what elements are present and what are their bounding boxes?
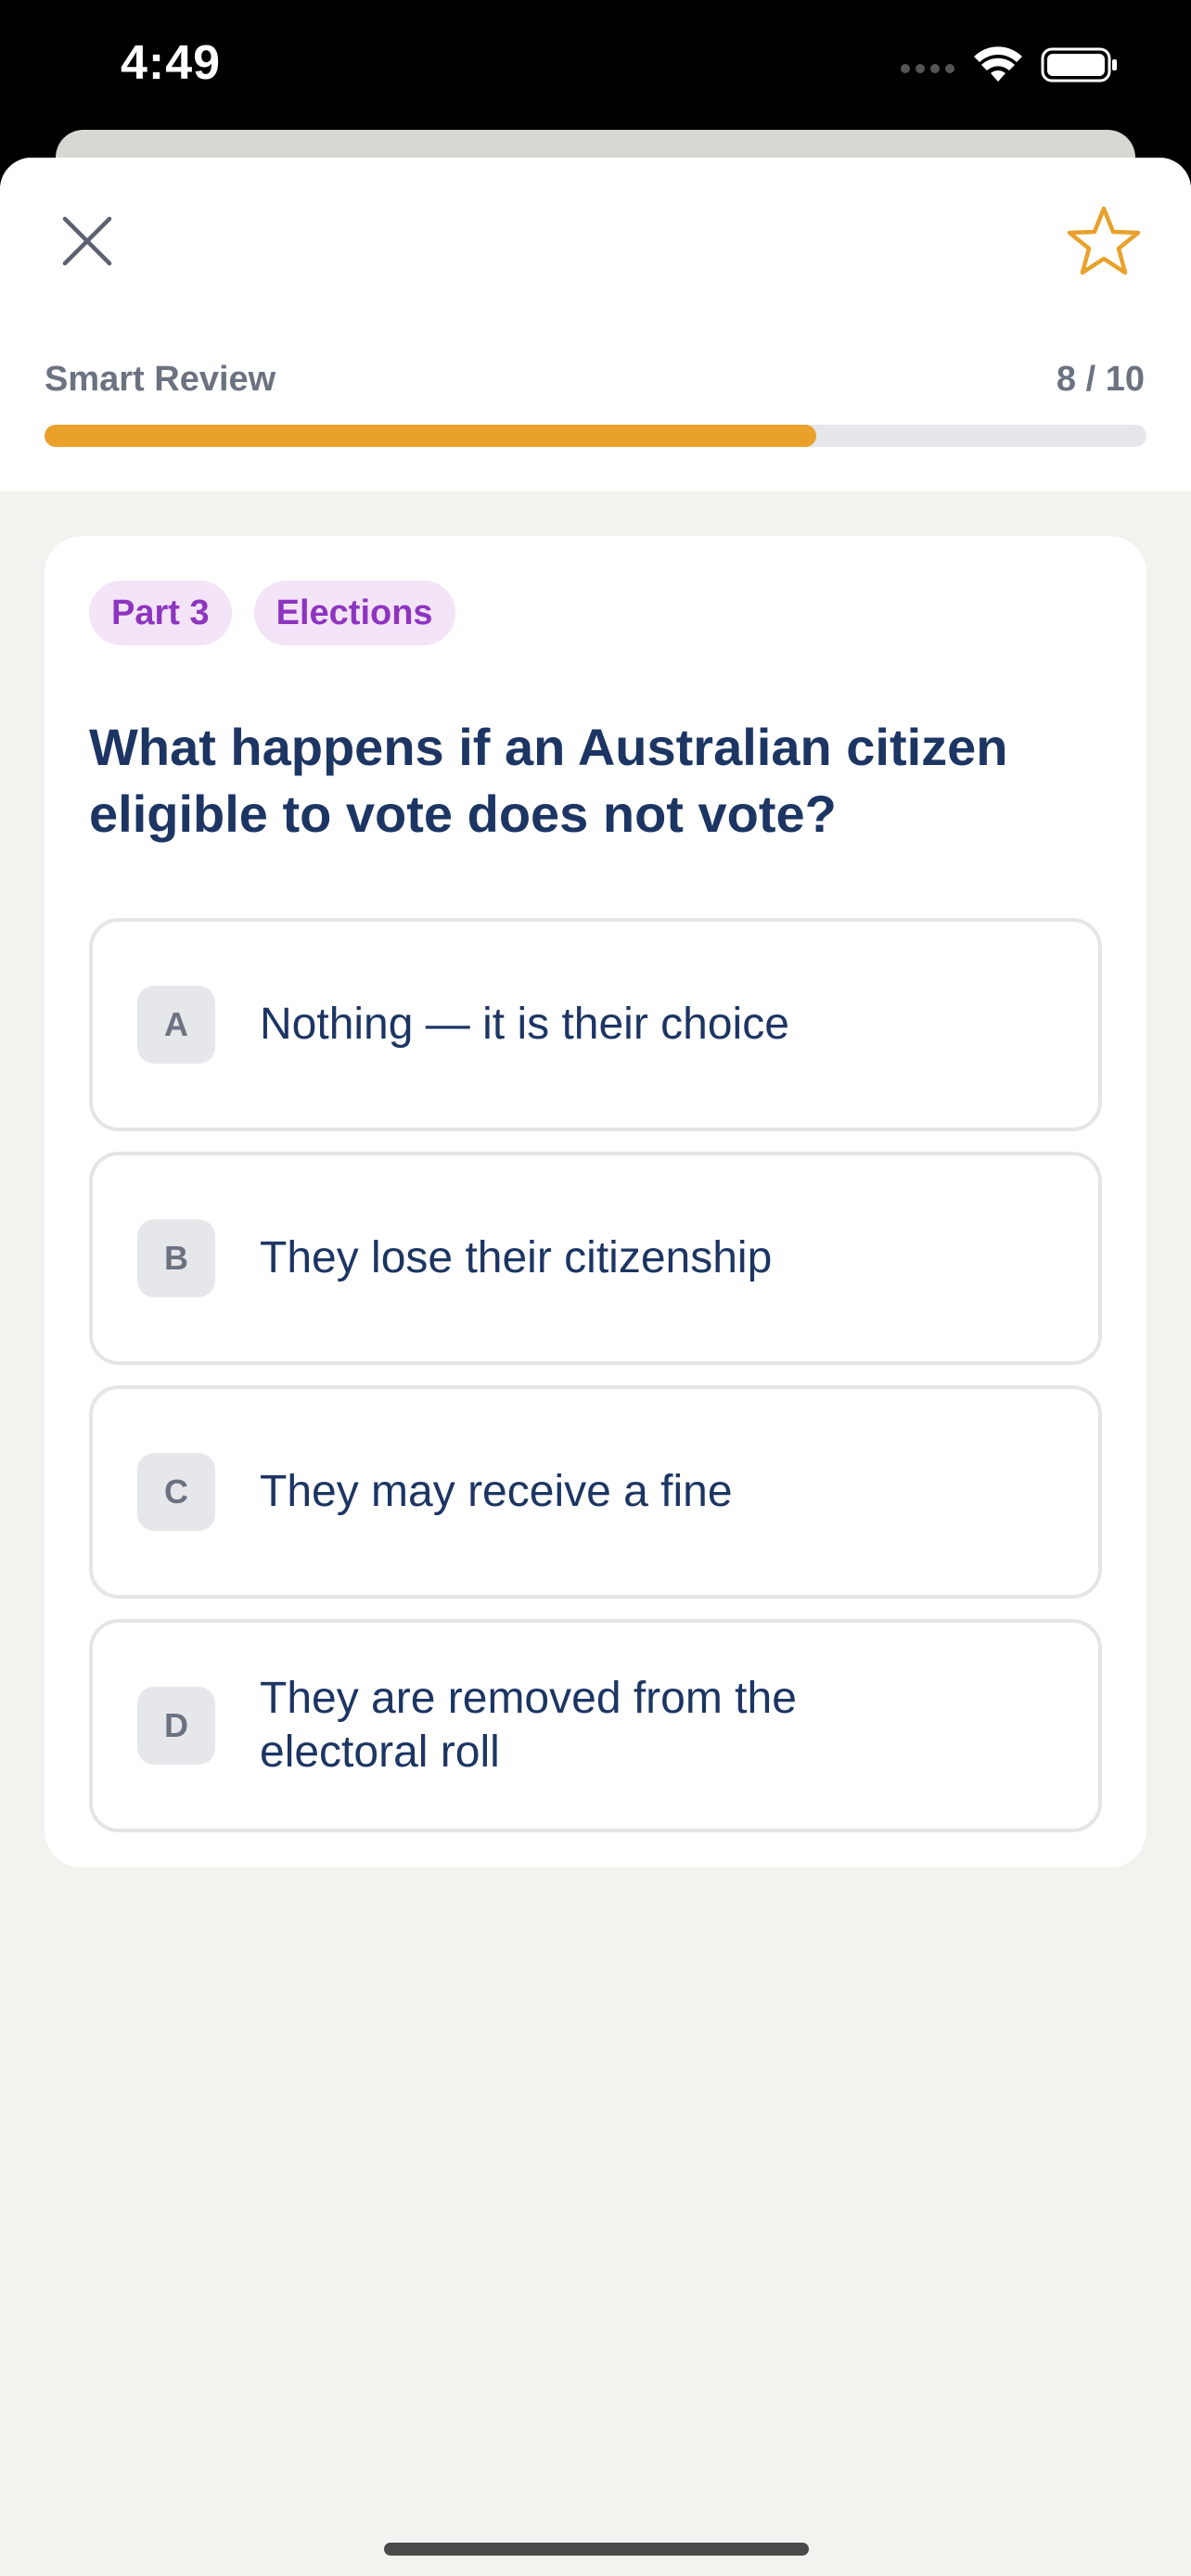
star-outline-icon bbox=[1067, 205, 1141, 282]
option-letter-badge: A bbox=[137, 986, 215, 1064]
question-text: What happens if an Australian citizen el… bbox=[89, 718, 1008, 843]
answer-options: A Nothing — it is their choice B They lo… bbox=[89, 918, 1102, 1853]
option-letter-badge: B bbox=[137, 1219, 215, 1297]
tag-topic: Elections bbox=[253, 580, 455, 645]
battery-icon bbox=[1041, 46, 1119, 88]
answer-option-b[interactable]: B They lose their citizenship bbox=[89, 1152, 1102, 1365]
progress-bar bbox=[45, 425, 1146, 447]
status-time: 4:49 bbox=[121, 36, 222, 90]
answer-option-a[interactable]: A Nothing — it is their choice bbox=[89, 918, 1102, 1131]
quiz-header: Smart Review 8 / 10 bbox=[0, 158, 1191, 491]
option-text: They are removed from the electoral roll bbox=[260, 1674, 797, 1777]
close-button[interactable] bbox=[50, 206, 124, 280]
wifi-icon bbox=[974, 46, 1022, 88]
option-letter-badge: C bbox=[137, 1453, 215, 1531]
cellular-signal-icon bbox=[900, 56, 955, 79]
option-text: Nothing — it is their choice bbox=[260, 1000, 789, 1049]
progress-label: Smart Review bbox=[45, 360, 276, 399]
answer-option-d[interactable]: D They are removed from the electoral ro… bbox=[89, 1619, 1102, 1832]
favorite-button[interactable] bbox=[1063, 202, 1145, 284]
status-bar: 4:49 bbox=[0, 0, 1191, 139]
close-icon bbox=[59, 213, 115, 274]
option-text: They may receive a fine bbox=[260, 1467, 733, 1516]
quiz-sheet: Smart Review 8 / 10 Part 3 Elections Wha… bbox=[0, 158, 1191, 2576]
status-icons bbox=[900, 46, 1119, 88]
option-letter-badge: D bbox=[137, 1687, 215, 1765]
progress-count: 8 / 10 bbox=[1056, 360, 1145, 399]
tag-list: Part 3 Elections bbox=[89, 580, 455, 645]
home-indicator bbox=[384, 2543, 809, 2556]
tag-part: Part 3 bbox=[89, 580, 232, 645]
answer-option-c[interactable]: C They may receive a fine bbox=[89, 1385, 1102, 1599]
option-text: They lose their citizenship bbox=[260, 1233, 773, 1282]
progress-bar-fill bbox=[45, 425, 816, 447]
question-card: Part 3 Elections What happens if an Aust… bbox=[45, 536, 1146, 1868]
